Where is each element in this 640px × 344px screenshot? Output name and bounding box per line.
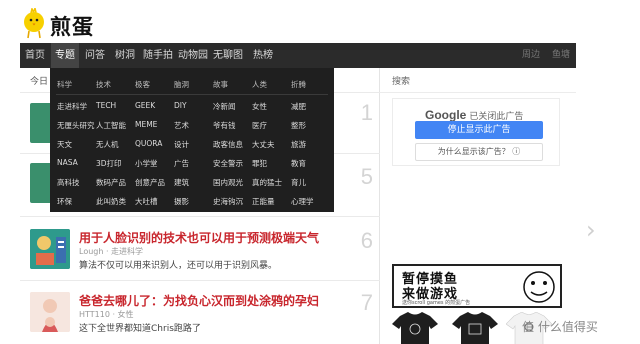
dropdown-item[interactable]: 大丈夫 [252, 139, 275, 150]
google-ad-closed: Google 已关闭此广告 停止显示此广告 为什么显示该广告？ ⓘ [392, 98, 560, 166]
nav-item-zoo[interactable]: 动物园 [177, 43, 209, 68]
chevron-right-icon[interactable]: › [586, 216, 596, 244]
banner-line3: 送你scroll games 的煎蛋广告 [402, 300, 471, 306]
search-label[interactable]: 搜索 [392, 74, 410, 87]
dropdown-item[interactable]: 创意产品 [135, 177, 165, 188]
dropdown-item[interactable]: 无厘头研究 [57, 120, 95, 131]
dropdown-item[interactable]: 冷新闻 [213, 101, 236, 112]
dropdown-item[interactable]: MEME [135, 120, 157, 129]
dropdown-category-header[interactable]: 故事 [213, 79, 228, 90]
promo-banner[interactable]: 暂停摸鱼 来做游戏 送你scroll games 的煎蛋广告 [392, 264, 562, 308]
article-meta[interactable]: HTT110 · 女性 [79, 309, 134, 320]
google-wordmark: Google [425, 108, 467, 122]
article-thumbnail[interactable] [30, 229, 70, 269]
dropdown-category-header[interactable]: 科学 [57, 79, 72, 90]
dropdown-item[interactable]: 整形 [291, 120, 306, 131]
article-meta[interactable]: Lough · 走进科学 [79, 246, 143, 257]
dropdown-category-header[interactable]: 极客 [135, 79, 150, 90]
article-excerpt: 算法不仅可以用来识别人，还可以用于识别风暴。 [79, 261, 278, 271]
dropdown-item[interactable]: 政客信息 [213, 139, 243, 150]
article-excerpt: 这下全世界都知道Chris跑路了 [79, 324, 201, 334]
dropdown-item[interactable]: TECH [96, 101, 116, 110]
dropdown-divider [56, 94, 328, 95]
dropdown-item[interactable]: 广告 [174, 158, 189, 169]
watermark: 值 什么值得买 [522, 320, 598, 334]
tshirt-product-image[interactable] [452, 312, 498, 344]
dropdown-item[interactable]: DIY [174, 101, 187, 110]
main-nav: 首页 专题 问答 树洞 随手拍 动物园 无聊图 热榜 周边 鱼塘 [20, 43, 576, 68]
dropdown-item[interactable]: 数码产品 [96, 177, 126, 188]
nav-item-snapshot[interactable]: 随手拍 [142, 43, 174, 68]
dropdown-item[interactable]: 高科技 [57, 177, 80, 188]
rank-number: 7 [360, 290, 373, 315]
tshirt-product-image[interactable] [392, 312, 438, 344]
rank-number: 6 [360, 228, 373, 253]
dropdown-item[interactable]: 罪犯 [252, 158, 267, 169]
logo-text: 煎蛋 [50, 15, 94, 39]
why-this-ad-button[interactable]: 为什么显示该广告？ ⓘ [415, 143, 543, 161]
dropdown-item[interactable]: 史海钩沉 [213, 196, 243, 207]
nav-item-topics[interactable]: 专题 [51, 43, 79, 68]
dropdown-item[interactable]: 育儿 [291, 177, 306, 188]
nav-item-pond[interactable]: 鱼塘 [552, 43, 570, 68]
dropdown-item[interactable]: 爷有钱 [213, 120, 236, 131]
dropdown-item[interactable]: 安全警示 [213, 158, 243, 169]
dropdown-item[interactable]: 天文 [57, 139, 72, 150]
dropdown-category-header[interactable]: 技术 [96, 79, 111, 90]
article-title[interactable]: 用于人脸识别的技术也可以用于预测极端天气 [79, 229, 319, 246]
dropdown-item[interactable]: 教育 [291, 158, 306, 169]
nav-item-qa[interactable]: 问答 [82, 43, 108, 68]
dropdown-item[interactable]: GEEK [135, 101, 155, 110]
stop-showing-ad-button[interactable]: 停止显示此广告 [415, 121, 543, 139]
google-logo: Google [425, 108, 466, 122]
dropdown-item[interactable]: 真的猛士 [252, 177, 282, 188]
nav-item-merch[interactable]: 周边 [522, 43, 540, 68]
nav-item-boring-pics[interactable]: 无聊图 [212, 43, 244, 68]
dropdown-item[interactable]: 设计 [174, 139, 189, 150]
today-label: 今日 [30, 77, 49, 87]
dropdown-item[interactable]: 走进科学 [57, 101, 87, 112]
dropdown-category-header[interactable]: 人类 [252, 79, 267, 90]
article-title[interactable]: 爸爸去哪儿了：为找负心汉而到处涂鸦的孕妇 [79, 292, 319, 309]
nav-item-hot[interactable]: 热榜 [249, 43, 277, 68]
nav-item-home[interactable]: 首页 [20, 43, 50, 68]
chick-mascot-icon [24, 8, 44, 39]
rank-number: 1 [360, 100, 373, 125]
divider [380, 92, 576, 93]
dropdown-item[interactable]: NASA [57, 158, 78, 167]
dropdown-category-header[interactable]: 折腾 [291, 79, 306, 90]
dropdown-item[interactable]: 环保 [57, 196, 72, 207]
site-logo[interactable]: 煎蛋 [22, 8, 102, 40]
article-thumbnail[interactable] [30, 292, 70, 332]
dropdown-item[interactable]: 艺术 [174, 120, 189, 131]
dropdown-item[interactable]: 减肥 [291, 101, 306, 112]
dropdown-item[interactable]: 此叫奶类 [96, 196, 126, 207]
dropdown-item[interactable]: 心理学 [291, 196, 314, 207]
dropdown-item[interactable]: 大吐槽 [135, 196, 158, 207]
dropdown-item[interactable]: 旅游 [291, 139, 306, 150]
dropdown-item[interactable]: 医疗 [252, 120, 267, 131]
dropdown-item[interactable]: 建筑 [174, 177, 189, 188]
dropdown-item[interactable]: 无人机 [96, 139, 119, 150]
dropdown-category-header[interactable]: 脑洞 [174, 79, 189, 90]
dropdown-item[interactable]: 正能量 [252, 196, 275, 207]
nav-item-treehole[interactable]: 树洞 [111, 43, 139, 68]
dropdown-item[interactable]: 国内观光 [213, 177, 243, 188]
dropdown-item[interactable]: QUORA [135, 139, 162, 148]
divider [20, 280, 380, 281]
topics-dropdown: 科学 技术 极客 脑洞 故事 人类 折腾走进科学 TECH GEEK DIY 冷新闻 女性 减肥无厘头研… [50, 68, 334, 212]
meme-face-icon [523, 271, 555, 303]
dropdown-item[interactable]: 小学堂 [135, 158, 158, 169]
dropdown-item[interactable]: 摄影 [174, 196, 189, 207]
divider [20, 216, 380, 217]
dropdown-item[interactable]: 人工智能 [96, 120, 126, 131]
dropdown-item[interactable]: 女性 [252, 101, 267, 112]
dropdown-item[interactable]: 3D打印 [96, 158, 122, 169]
rank-number: 5 [360, 164, 373, 189]
